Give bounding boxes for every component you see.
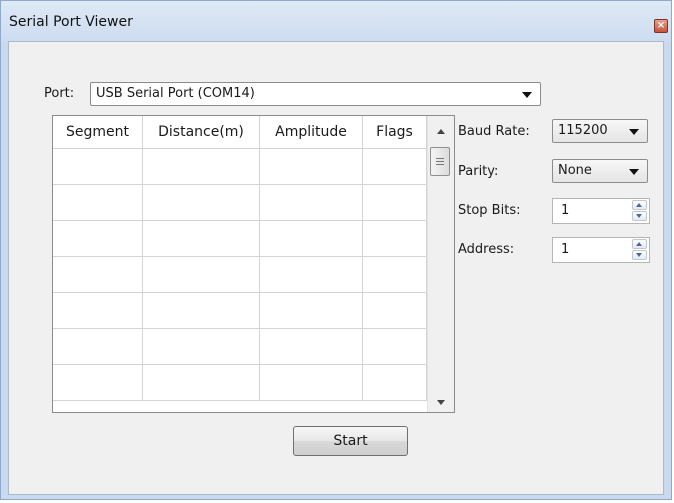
stop-bits-stepper[interactable]: 1: [552, 198, 650, 224]
title-bar[interactable]: Serial Port Viewer ×: [1, 1, 671, 41]
table-cell[interactable]: [363, 185, 427, 221]
table-cell[interactable]: [53, 293, 143, 329]
decrement-icon[interactable]: [632, 250, 647, 260]
column-header-segment[interactable]: Segment: [53, 116, 143, 149]
increment-icon[interactable]: [632, 200, 647, 210]
main-window: Serial Port Viewer × Port: USB Serial Po…: [0, 0, 672, 500]
chevron-down-icon: [629, 129, 639, 135]
table-cell[interactable]: [363, 257, 427, 293]
start-button[interactable]: Start: [293, 426, 408, 456]
table-cell[interactable]: [260, 293, 363, 329]
port-select[interactable]: USB Serial Port (COM14): [90, 82, 541, 106]
scroll-down-icon[interactable]: [437, 400, 445, 405]
table-cell[interactable]: [363, 365, 427, 401]
stop-bits-label: Stop Bits:: [458, 203, 521, 218]
close-icon: ×: [656, 20, 666, 31]
parity-label: Parity:: [458, 164, 499, 179]
table-cell[interactable]: [143, 149, 260, 185]
port-label: Port:: [44, 86, 75, 101]
table-cell[interactable]: [53, 329, 143, 365]
decrement-icon[interactable]: [632, 211, 647, 221]
close-button[interactable]: ×: [654, 19, 668, 33]
window-title: Serial Port Viewer: [9, 14, 133, 30]
table-cell[interactable]: [143, 293, 260, 329]
baud-rate-select[interactable]: 115200: [552, 119, 648, 143]
baud-rate-value: 115200: [558, 123, 608, 138]
table-cell[interactable]: [260, 149, 363, 185]
column-header-amplitude[interactable]: Amplitude: [260, 116, 363, 149]
address-value: 1: [561, 242, 570, 257]
table-cell[interactable]: [53, 257, 143, 293]
address-stepper[interactable]: 1: [552, 237, 650, 263]
parity-select[interactable]: None: [552, 159, 648, 183]
table-cell[interactable]: [53, 149, 143, 185]
address-label: Address:: [458, 242, 515, 257]
table-cell[interactable]: [260, 257, 363, 293]
column-header-flags[interactable]: Flags: [363, 116, 427, 149]
table-cell[interactable]: [53, 221, 143, 257]
table-cell[interactable]: [143, 329, 260, 365]
table-cell[interactable]: [53, 185, 143, 221]
table-cell[interactable]: [143, 221, 260, 257]
chevron-down-icon: [629, 169, 639, 175]
port-value: USB Serial Port (COM14): [96, 86, 255, 101]
table-cell[interactable]: [260, 185, 363, 221]
client-area: Port: USB Serial Port (COM14) Segment Di…: [8, 41, 664, 495]
table-cell[interactable]: [363, 329, 427, 365]
table-cell[interactable]: [260, 365, 363, 401]
parity-value: None: [558, 163, 592, 178]
table-cell[interactable]: [363, 293, 427, 329]
data-table[interactable]: Segment Distance(m) Amplitude Flags: [52, 115, 455, 413]
vertical-scrollbar[interactable]: [427, 116, 454, 412]
scroll-thumb[interactable]: [430, 147, 450, 176]
table-cell[interactable]: [53, 365, 143, 401]
chevron-down-icon: [522, 92, 532, 98]
table-cell[interactable]: [363, 149, 427, 185]
scroll-up-icon[interactable]: [437, 129, 445, 134]
table-cell[interactable]: [143, 185, 260, 221]
stop-bits-value: 1: [561, 203, 570, 218]
table-cell[interactable]: [143, 365, 260, 401]
increment-icon[interactable]: [632, 239, 647, 249]
table-cell[interactable]: [143, 257, 260, 293]
baud-rate-label: Baud Rate:: [458, 124, 530, 139]
column-header-distance[interactable]: Distance(m): [143, 116, 260, 149]
table-cell[interactable]: [260, 221, 363, 257]
table-cell[interactable]: [363, 221, 427, 257]
table-cell[interactable]: [260, 329, 363, 365]
